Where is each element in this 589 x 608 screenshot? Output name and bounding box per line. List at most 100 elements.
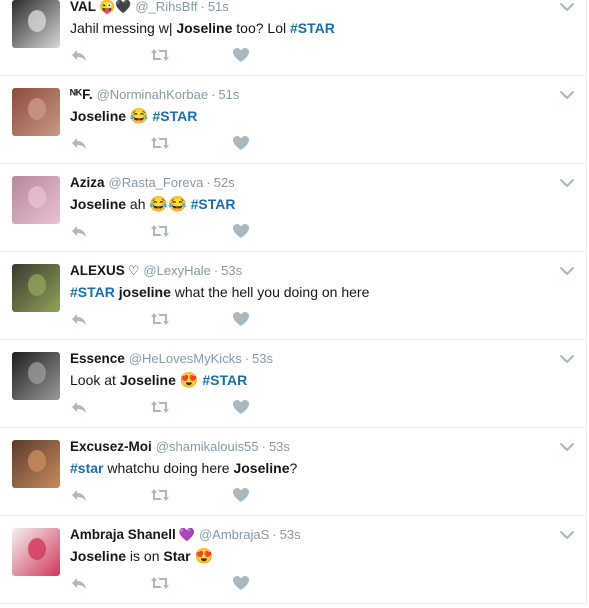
hashtag-link[interactable]: #STAR	[202, 372, 247, 388]
hashtag-link[interactable]: #star	[70, 460, 103, 476]
reply-icon[interactable]	[70, 223, 90, 241]
chevron-down-icon[interactable]	[560, 263, 574, 276]
hashtag-link[interactable]: #STAR	[290, 20, 335, 36]
emoji: 😍	[179, 372, 199, 389]
chevron-down-icon[interactable]	[560, 527, 574, 540]
heart-icon[interactable]	[232, 311, 252, 329]
name-emoji: 😜🖤	[99, 0, 132, 14]
tweet-header: Essence @HeLovesMyKicks · 53s	[70, 350, 546, 368]
user-fullname[interactable]: VAL	[70, 0, 96, 14]
separator-dot: ·	[200, 0, 205, 14]
separator-dot: ·	[211, 87, 216, 102]
reply-icon[interactable]	[70, 135, 90, 153]
text-segment: ?	[289, 460, 298, 476]
chevron-down-icon[interactable]	[560, 87, 574, 100]
tweet-header: VAL 😜🖤 @_RihsBff · 51s	[70, 0, 546, 16]
user-fullname[interactable]: Aziza	[70, 175, 105, 190]
user-handle[interactable]: @shamikalouis55	[156, 439, 259, 454]
tweet-timestamp[interactable]: 51s	[208, 0, 229, 14]
tweet[interactable]: Ambraja Shanell 💜 @AmbrajaS · 53s Joseline is…	[0, 517, 587, 604]
tweet-header: Excusez-Moi @shamikalouis55 · 53s	[70, 438, 546, 456]
user-handle[interactable]: @AmbrajaS	[199, 527, 269, 542]
retweet-icon[interactable]	[150, 487, 170, 505]
retweet-icon[interactable]	[150, 47, 170, 65]
highlighted-keyword: joseline	[118, 284, 171, 300]
avatar[interactable]	[12, 0, 60, 48]
chevron-down-icon[interactable]	[560, 351, 574, 364]
avatar[interactable]	[12, 352, 60, 400]
emoji: 😍	[194, 548, 214, 565]
heart-icon[interactable]	[232, 223, 252, 241]
avatar[interactable]	[12, 88, 60, 136]
avatar[interactable]	[12, 440, 60, 488]
heart-icon[interactable]	[232, 575, 252, 593]
heart-icon[interactable]	[232, 47, 252, 65]
emoji: 😂	[129, 108, 149, 125]
hashtag-link[interactable]: #STAR	[70, 284, 115, 300]
emoji: 😂😂	[149, 196, 187, 213]
tweet-timestamp[interactable]: 53s	[280, 527, 301, 542]
user-handle[interactable]: @_RihsBff	[135, 0, 197, 14]
user-handle[interactable]: @LexyHale	[143, 263, 210, 278]
tweet-timestamp[interactable]: 53s	[252, 351, 273, 366]
user-fullname[interactable]: Essence	[70, 351, 125, 366]
tweet-text: #star whatchu doing here Joseline?	[70, 458, 556, 478]
heart-icon[interactable]	[232, 487, 252, 505]
reply-icon[interactable]	[70, 311, 90, 329]
tweet[interactable]: Aziza @Rasta_Foreva · 52s Joseline ah 😂😂 #ST…	[0, 165, 587, 252]
tweet-actions	[70, 575, 270, 593]
user-fullname[interactable]: ᴺᴷF.	[70, 87, 93, 102]
tweet[interactable]: Essence @HeLovesMyKicks · 53s Look at Joseli…	[0, 341, 587, 428]
highlighted-keyword: Joseline	[119, 372, 176, 388]
user-handle[interactable]: @HeLovesMyKicks	[129, 351, 242, 366]
highlighted-keyword: Star	[163, 548, 191, 564]
tweet-timestamp[interactable]: 53s	[221, 263, 242, 278]
tweet-text: Jahil messing w| Joseline too? Lol #STAR	[70, 18, 556, 38]
tweet-timestamp[interactable]: 53s	[269, 439, 290, 454]
avatar[interactable]	[12, 176, 60, 224]
heart-icon[interactable]	[232, 399, 252, 417]
retweet-icon[interactable]	[150, 223, 170, 241]
highlighted-keyword: Joseline	[233, 460, 290, 476]
retweet-icon[interactable]	[150, 575, 170, 593]
tweet-timestamp[interactable]: 52s	[214, 175, 235, 190]
chevron-down-icon[interactable]	[560, 175, 574, 188]
retweet-icon[interactable]	[150, 311, 170, 329]
user-handle[interactable]: @NorminahKorbae	[97, 87, 208, 102]
tweet[interactable]: ᴺᴷF. @NorminahKorbae · 51s Joseline 😂 #STAR	[0, 77, 587, 164]
text-segment: too? Lol	[232, 20, 290, 36]
retweet-icon[interactable]	[150, 135, 170, 153]
user-fullname[interactable]: Ambraja Shanell	[70, 527, 176, 542]
reply-icon[interactable]	[70, 487, 90, 505]
tweet-text: Joseline is on Star 😍	[70, 546, 556, 566]
retweet-icon[interactable]	[150, 399, 170, 417]
hashtag-link[interactable]: #STAR	[153, 108, 198, 124]
tweet-timestamp[interactable]: 51s	[218, 87, 239, 102]
name-emoji: ♡	[127, 263, 140, 278]
reply-icon[interactable]	[70, 47, 90, 65]
tweet-actions	[70, 311, 270, 329]
highlighted-keyword: Joseline	[176, 20, 233, 36]
tweet[interactable]: Excusez-Moi @shamikalouis55 · 53s #star what…	[0, 429, 587, 516]
tweet-header: ᴺᴷF. @NorminahKorbae · 51s	[70, 86, 546, 104]
text-segment: Look at	[70, 372, 120, 388]
tweet[interactable]: ALEXUS ♡ @LexyHale · 53s #STAR joseline what …	[0, 253, 587, 340]
user-fullname[interactable]: Excusez-Moi	[70, 439, 152, 454]
tweet-text: Joseline ah 😂😂 #STAR	[70, 194, 556, 214]
user-handle[interactable]: @Rasta_Foreva	[109, 175, 204, 190]
reply-icon[interactable]	[70, 575, 90, 593]
user-fullname[interactable]: ALEXUS	[70, 263, 125, 278]
heart-icon[interactable]	[232, 135, 252, 153]
reply-icon[interactable]	[70, 399, 90, 417]
tweet-actions	[70, 135, 270, 153]
tweet-header: ALEXUS ♡ @LexyHale · 53s	[70, 262, 546, 280]
chevron-down-icon[interactable]	[560, 0, 574, 12]
text-segment: Jahil messing w|	[70, 20, 177, 36]
chevron-down-icon[interactable]	[560, 439, 574, 452]
text-segment: whatchu doing here	[103, 460, 234, 476]
tweet[interactable]: VAL 😜🖤 @_RihsBff · 51s Jahil messing w| Josel…	[0, 0, 587, 76]
avatar[interactable]	[12, 264, 60, 312]
avatar[interactable]	[12, 528, 60, 576]
hashtag-link[interactable]: #STAR	[191, 196, 236, 212]
tweet-actions	[70, 223, 270, 241]
